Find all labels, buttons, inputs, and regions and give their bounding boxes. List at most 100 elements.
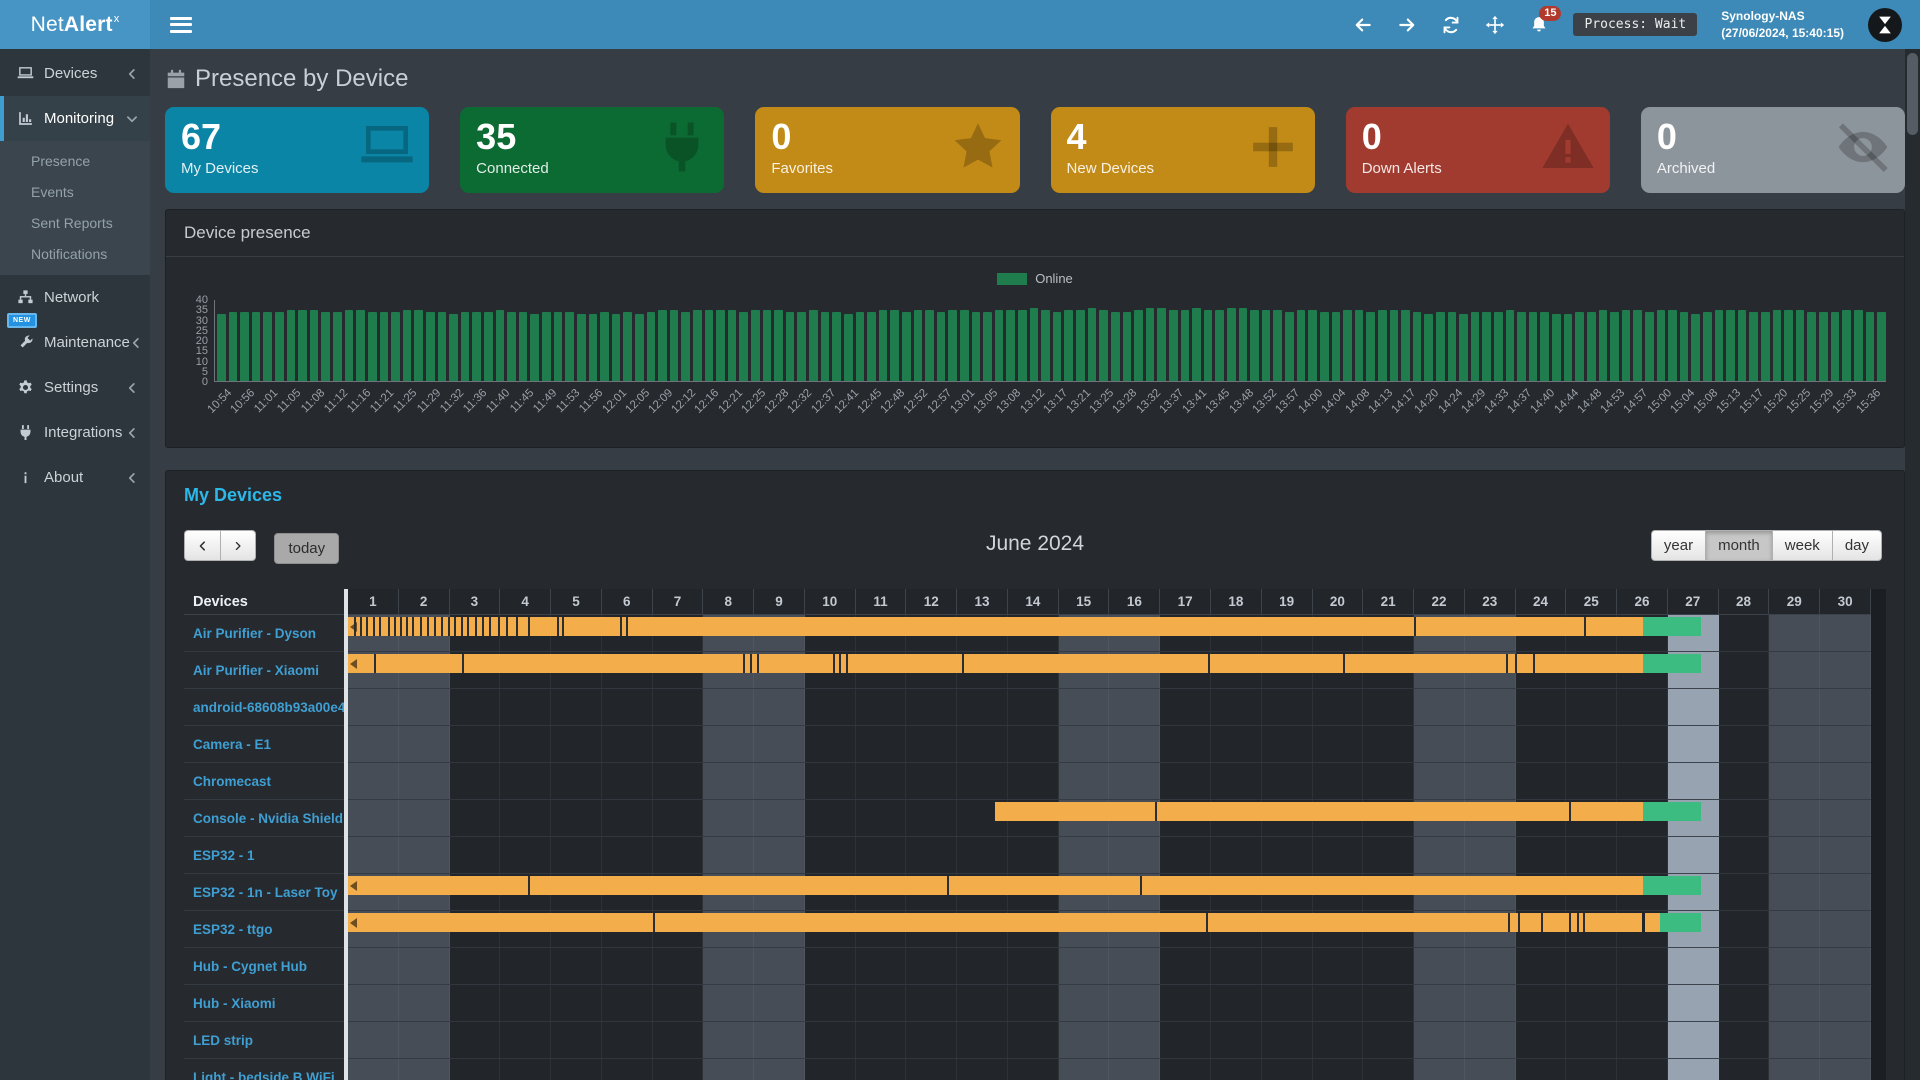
device-link-air-purifier-dyson[interactable]: Air Purifier - Dyson: [184, 615, 344, 652]
presence-bar-orange[interactable]: [995, 802, 1642, 821]
chevron-left-icon: [126, 427, 138, 439]
submenu-item-presence[interactable]: Presence: [0, 145, 150, 176]
device-link-hub-cygnet-hub[interactable]: Hub - Cygnet Hub: [184, 948, 344, 985]
calendar-grid: 1234567891011121314151617181920212223242…: [348, 589, 1871, 1080]
presence-bar-green[interactable]: [1660, 913, 1701, 932]
device-link-chromecast[interactable]: Chromecast: [184, 763, 344, 800]
online-count-bar: [461, 312, 470, 381]
next-month-button[interactable]: [220, 530, 256, 561]
stat-card-my-devices[interactable]: 67My Devices: [165, 107, 429, 193]
scrollbar-thumb[interactable]: [1907, 53, 1918, 135]
forward-arrow-icon[interactable]: [1397, 15, 1417, 35]
notifications-bell-icon[interactable]: 15: [1529, 15, 1549, 35]
offline-gap-tick: [475, 617, 477, 636]
presence-bar-orange[interactable]: [1645, 913, 1660, 932]
sidebar-item-integrations[interactable]: Integrations: [0, 410, 150, 455]
online-count-bar: [1517, 312, 1526, 381]
online-count-bar: [1239, 308, 1248, 381]
online-count-bar: [1424, 314, 1433, 381]
laptop-icon: [17, 65, 34, 82]
navbar-right: 15 Process: Wait Synology-NAS (27/06/202…: [1353, 8, 1902, 42]
sidebar-toggle-button[interactable]: [170, 17, 192, 33]
device-link-air-purifier-xiaomi[interactable]: Air Purifier - Xiaomi: [184, 652, 344, 689]
refresh-icon[interactable]: [1441, 15, 1461, 35]
submenu-item-notifications[interactable]: Notifications: [0, 238, 150, 269]
today-button[interactable]: today: [274, 533, 339, 564]
presence-bar-orange[interactable]: [348, 617, 1643, 636]
presence-bar-green[interactable]: [1643, 876, 1702, 895]
submenu-item-sent-reports[interactable]: Sent Reports: [0, 207, 150, 238]
presence-bar-green[interactable]: [1643, 654, 1702, 673]
view-button-month[interactable]: month: [1705, 530, 1772, 561]
calendar-nav-group: [184, 530, 256, 561]
page-title: Presence by Device: [195, 65, 408, 93]
x-tick-label: 14:40: [1529, 387, 1558, 416]
online-count-bar: [438, 312, 447, 381]
view-button-year[interactable]: year: [1651, 530, 1705, 561]
submenu-item-events[interactable]: Events: [0, 176, 150, 207]
online-count-bar: [554, 312, 563, 381]
presence-bar-orange[interactable]: [348, 913, 1642, 932]
online-count-bar: [217, 314, 226, 381]
sidebar-item-label: Settings: [44, 379, 126, 396]
stat-card-archived[interactable]: 0Archived: [1641, 107, 1905, 193]
stat-card-new-devices[interactable]: 4New Devices: [1051, 107, 1315, 193]
online-count-bar: [1436, 312, 1445, 381]
fullscreen-move-icon[interactable]: [1485, 15, 1505, 35]
day-header-30: 30: [1820, 589, 1871, 614]
device-link-esp32-1n-laser-toy[interactable]: ESP32 - 1n - Laser Toy: [184, 874, 344, 911]
x-tick-label: 10:56: [228, 387, 257, 416]
presence-bar-green[interactable]: [1643, 617, 1702, 636]
device-link-led-strip[interactable]: LED strip: [184, 1022, 344, 1059]
stat-card-favorites[interactable]: 0Favorites: [755, 107, 1019, 193]
stat-card-connected[interactable]: 35Connected: [460, 107, 724, 193]
user-avatar[interactable]: [1868, 8, 1902, 42]
sidebar-item-devices[interactable]: Devices: [0, 51, 150, 96]
online-count-bar: [577, 314, 586, 381]
device-link-light-bedside-b-wifi[interactable]: Light - bedside B WiFi: [184, 1059, 344, 1080]
view-button-day[interactable]: day: [1832, 530, 1882, 561]
chart-legend[interactable]: Online: [184, 271, 1886, 286]
online-count-bar: [1111, 312, 1120, 381]
x-tick-label: 13:21: [1064, 387, 1093, 416]
presence-panel-title: Device presence: [166, 210, 1904, 257]
view-button-week[interactable]: week: [1772, 530, 1832, 561]
presence-bar-green[interactable]: [1643, 802, 1702, 821]
calendar-row-hub-xiaomi: [348, 985, 1871, 1022]
offline-gap-tick: [373, 617, 375, 636]
x-tick-label: 13:01: [948, 387, 977, 416]
online-count-bar: [1842, 310, 1851, 381]
calendar-row-camera-e1: [348, 726, 1871, 763]
online-count-bar: [1506, 310, 1515, 381]
sidebar-item-about[interactable]: About: [0, 455, 150, 500]
x-tick-label: 14:48: [1575, 387, 1604, 416]
window-scrollbar[interactable]: [1905, 49, 1920, 1080]
online-count-bar: [1227, 308, 1236, 381]
new-badge: NEW: [7, 313, 37, 328]
presence-bar-orange[interactable]: [348, 876, 1643, 895]
device-link-esp32-ttgo[interactable]: ESP32 - ttgo: [184, 911, 344, 948]
calendar-row-chromecast: [348, 763, 1871, 800]
device-link-console-nvidia-shield-tv[interactable]: Console - Nvidia Shield TV: [184, 800, 344, 837]
device-link-camera-e1[interactable]: Camera - E1: [184, 726, 344, 763]
device-link-hub-xiaomi[interactable]: Hub - Xiaomi: [184, 985, 344, 1022]
online-count-bar: [937, 312, 946, 381]
stat-card-down-alerts[interactable]: 0Down Alerts: [1346, 107, 1610, 193]
stat-cards: 67My Devices 35Connected 0Favorites 4New De…: [165, 107, 1905, 193]
top-navbar: NetAlertx 15 Process: Wait Synology-NAS …: [0, 0, 1920, 49]
prev-month-button[interactable]: [184, 530, 220, 561]
presence-bar-orange[interactable]: [348, 654, 1643, 673]
sidebar-item-maintenance[interactable]: NEWMaintenance: [0, 320, 150, 365]
device-link-android-68608b93a00e4[interactable]: android-68608b93a00e4: [184, 689, 344, 726]
sidebar-item-settings[interactable]: Settings: [0, 365, 150, 410]
online-count-bar: [287, 310, 296, 381]
back-arrow-icon[interactable]: [1353, 15, 1373, 35]
device-link-esp32-1[interactable]: ESP32 - 1: [184, 837, 344, 874]
navbar-main: 15 Process: Wait Synology-NAS (27/06/202…: [150, 0, 1920, 49]
online-count-bar: [1529, 312, 1538, 381]
online-count-bar: [542, 312, 551, 381]
brand-logo[interactable]: NetAlertx: [0, 0, 150, 49]
offline-gap-tick: [557, 617, 559, 636]
x-tick-label: 11:12: [322, 387, 350, 415]
sidebar-item-monitoring[interactable]: Monitoring: [0, 96, 150, 141]
